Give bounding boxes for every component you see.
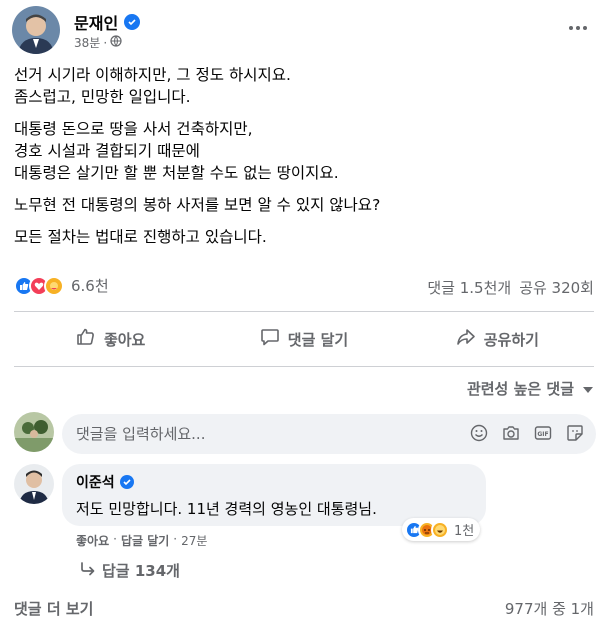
comment-reply-button[interactable]: 답글 달기 — [121, 532, 169, 549]
caret-down-icon — [582, 380, 594, 398]
post-header: 문재인 38분 · — [12, 6, 596, 58]
author-name-text[interactable]: 문재인 — [74, 10, 118, 34]
author-avatar[interactable] — [12, 6, 60, 54]
svg-text:GIF: GIF — [537, 431, 548, 438]
author-name[interactable]: 문재인 — [74, 10, 141, 34]
speech-bubble-icon — [260, 327, 280, 351]
view-more-comments-button[interactable]: 댓글 더 보기 — [14, 598, 93, 619]
share-count[interactable]: 공유 320회 — [519, 277, 594, 298]
commenter-name[interactable]: 이준석 — [76, 472, 472, 492]
more-options-icon[interactable] — [566, 18, 590, 38]
comment-composer: GIF — [14, 410, 596, 456]
emoji-icon[interactable] — [470, 424, 488, 446]
comment-time[interactable]: 27분 — [181, 532, 207, 549]
reaction-summary[interactable]: 6.6천 — [14, 275, 109, 296]
composer-icons: GIF — [470, 424, 584, 446]
commenter-avatar[interactable] — [14, 464, 54, 504]
post-body: 선거 시기라 이해하지만, 그 정도 하시지요. 좀스럽고, 민망한 일입니다.… — [14, 64, 594, 258]
comment-pagination-count: 977개 중 1개 — [504, 600, 594, 618]
viewer-avatar[interactable] — [14, 412, 54, 452]
divider — [14, 366, 594, 367]
verified-badge-icon — [119, 475, 134, 489]
thumbs-up-icon — [76, 327, 96, 351]
share-button[interactable]: 공유하기 — [401, 318, 594, 360]
reaction-count[interactable]: 6.6천 — [71, 275, 109, 296]
haha-reaction-icon — [431, 520, 449, 539]
paragraph-2: 대통령 돈으로 땅을 사서 건축하지만, 경호 시설과 결합되기 때문에 대통령… — [14, 120, 339, 182]
globe-icon — [110, 35, 122, 50]
comment-reaction-count: 1천 — [454, 524, 475, 539]
share-arrow-icon — [456, 327, 476, 351]
comment-reaction-summary[interactable]: 1천 — [402, 518, 481, 541]
post-meta: 38분 · — [74, 34, 122, 51]
comment-like-button[interactable]: 좋아요 — [76, 532, 109, 549]
camera-icon[interactable] — [502, 424, 520, 446]
paragraph-1: 선거 시기라 이해하지만, 그 정도 하시지요. 좀스럽고, 민망한 일입니다. — [14, 66, 291, 106]
comment-actions: 좋아요 · 답글 달기 · 27분 — [76, 532, 208, 549]
post-stats: 댓글 1.5천개 공유 320회 — [427, 277, 594, 298]
care-reaction-icon — [44, 275, 64, 296]
comment-text: 저도 민망합니다. 11년 경력의 영농인 대통령님. — [76, 500, 377, 518]
verified-badge-icon — [124, 14, 141, 30]
paragraph-4: 모든 절차는 법대로 진행하고 있습니다. — [14, 228, 267, 246]
comment-button[interactable]: 댓글 달기 — [207, 318, 400, 360]
post-action-bar: 좋아요 댓글 달기 공유하기 — [14, 318, 594, 360]
reply-arrow-icon — [80, 561, 96, 580]
meta-separator: · — [103, 35, 108, 50]
sticker-icon[interactable] — [566, 424, 584, 446]
post-time[interactable]: 38분 — [74, 34, 100, 51]
gif-icon[interactable]: GIF — [534, 424, 552, 446]
paragraph-3: 노무현 전 대통령의 봉하 사저를 보면 알 수 있지 않나요? — [14, 196, 381, 214]
divider — [14, 311, 594, 312]
comment-sort-dropdown[interactable]: 관련성 높은 댓글 — [467, 378, 594, 399]
view-replies-button[interactable]: 답글 134개 — [80, 560, 180, 581]
comment-count[interactable]: 댓글 1.5천개 — [427, 277, 511, 298]
comment-bubble: 이준석 저도 민망합니다. 11년 경력의 영농인 대통령님. — [62, 464, 486, 526]
like-button[interactable]: 좋아요 — [14, 318, 207, 360]
